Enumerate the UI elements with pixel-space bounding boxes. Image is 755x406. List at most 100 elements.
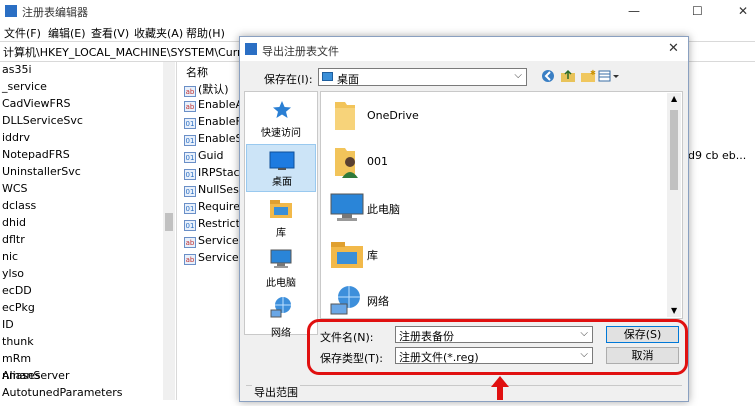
string-value-icon: ab (184, 237, 196, 248)
values-column-header[interactable]: 名称 (186, 64, 208, 80)
library-icon (331, 242, 363, 268)
value-row[interactable]: ab ServiceD (184, 251, 247, 267)
tree-item[interactable]: mRm (2, 352, 31, 365)
tree-item[interactable]: ID (2, 318, 14, 331)
tree-item[interactable]: ylso (2, 267, 24, 280)
value-row[interactable]: ab ServiceD (184, 234, 247, 250)
network-icon (270, 297, 291, 318)
highlight-box (307, 319, 688, 375)
file-list: OneDrive 001 此电脑 库 网络 ▲ ▼ (320, 91, 683, 319)
tree-item[interactable]: NotepadFRS (2, 148, 70, 161)
tree-item[interactable]: iddrv (2, 131, 30, 144)
place-network[interactable]: 网络 (246, 294, 316, 342)
tree-item[interactable]: WCS (2, 182, 28, 195)
save-in-label: 保存在(I): (264, 73, 313, 86)
tree-item[interactable]: UninstallerSvc (2, 165, 81, 178)
computer-icon (330, 193, 364, 221)
save-in-value: 桌面 (337, 73, 359, 86)
export-range-label: 导出范围 (252, 384, 300, 400)
file-item-001[interactable]: 001 (327, 142, 627, 184)
places-bar: 快速访问 桌面 库 此电脑 网络 (244, 91, 318, 339)
file-item-onedrive[interactable]: OneDrive (327, 96, 627, 138)
value-row[interactable]: ab (默认) (184, 81, 229, 97)
close-icon[interactable]: ✕ (738, 4, 748, 18)
menu-edit[interactable]: 编辑(E) (48, 25, 86, 41)
place-desktop[interactable]: 桌面 (246, 144, 316, 192)
binary-value-icon: 01 (184, 152, 196, 163)
back-icon[interactable] (540, 69, 556, 85)
tree-item[interactable]: AutotunedParameters (2, 386, 123, 399)
value-row[interactable]: 01 Guid (184, 149, 224, 165)
svg-text:✱: ✱ (590, 69, 596, 77)
regedit-app-icon (5, 5, 17, 17)
tree-item[interactable]: dhid (2, 216, 26, 229)
menu-file[interactable]: 文件(F) (4, 25, 41, 41)
binary-value-icon: 01 (184, 169, 196, 180)
view-menu-icon[interactable] (598, 69, 620, 85)
desktop-icon (322, 72, 333, 81)
user-folder-icon (335, 148, 358, 178)
library-icon (270, 200, 292, 218)
tree-item[interactable]: Aliases (2, 369, 41, 382)
tree-item[interactable]: ecPkg (2, 301, 35, 314)
new-folder-icon[interactable]: ✱ (580, 69, 596, 85)
arrow-up-icon (491, 376, 509, 400)
tree-item[interactable]: _service (2, 80, 47, 93)
scroll-down-icon[interactable]: ▼ (671, 306, 677, 315)
file-item-network[interactable]: 网络 (327, 280, 627, 318)
value-row[interactable]: 01 IRPStack (184, 166, 246, 182)
regedit-title: 注册表编辑器 (22, 6, 88, 19)
star-icon (273, 101, 291, 118)
file-item-library[interactable]: 库 (327, 234, 627, 276)
address-path: 计算机\HKEY_LOCAL_MACHINE\SYSTEM\CurrentCo (3, 46, 274, 59)
menu-help[interactable]: 帮助(H) (186, 25, 225, 41)
up-folder-icon[interactable] (560, 69, 576, 85)
dialog-title: 导出注册表文件 (262, 45, 339, 58)
tree-scrollbar[interactable] (163, 62, 175, 400)
tree-item[interactable]: ecDD (2, 284, 32, 297)
export-range-group: 导出范围 (244, 381, 684, 401)
save-in-dropdown[interactable]: 桌面 ⌵ (318, 68, 527, 86)
scroll-up-icon[interactable]: ▲ (671, 94, 677, 103)
desktop-icon (269, 151, 295, 170)
tree-item[interactable]: thunk (2, 335, 34, 348)
tree-item[interactable]: dfltr (2, 233, 25, 246)
network-icon (330, 286, 360, 315)
string-value-icon: ab (184, 86, 196, 97)
tree-item[interactable]: DLLServiceSvc (2, 114, 83, 127)
chevron-down-icon: ⌵ (514, 70, 522, 81)
place-quick-access[interactable]: 快速访问 (246, 94, 316, 142)
binary-value-icon: 01 (184, 135, 196, 146)
string-value-icon: ab (184, 101, 196, 112)
minimize-icon[interactable]: — (628, 4, 640, 18)
tree-item[interactable]: CadViewFRS (2, 97, 70, 110)
value-row[interactable]: ab EnableA (184, 98, 243, 114)
tree-pane: as35i _service CadViewFRS DLLServiceSvc … (0, 62, 177, 400)
close-icon[interactable]: ✕ (668, 41, 679, 56)
value-row[interactable]: 01 EnableS (184, 132, 242, 148)
binary-value-icon: 01 (184, 118, 196, 129)
regedit-app-icon (245, 43, 257, 55)
dialog-titlebar: 导出注册表文件 ✕ (240, 37, 688, 61)
tree-item[interactable]: dclass (2, 199, 36, 212)
place-library[interactable]: 库 (246, 194, 316, 242)
file-list-scrollbar-thumb[interactable] (670, 110, 678, 190)
tree-item[interactable]: as35i (2, 63, 32, 76)
binary-value-icon: 01 (184, 186, 196, 197)
menu-favorites[interactable]: 收藏夹(A) (134, 25, 183, 41)
string-value-icon: ab (184, 254, 196, 265)
file-item-this-pc[interactable]: 此电脑 (327, 188, 627, 230)
tree-item[interactable]: nic (2, 250, 18, 263)
folder-icon (335, 102, 355, 130)
regedit-titlebar: 注册表编辑器 — ☐ ✕ (0, 0, 755, 22)
binary-value-icon: 01 (184, 220, 196, 231)
value-row[interactable]: 01 NullSess (184, 183, 245, 199)
binary-value-icon: 01 (184, 203, 196, 214)
menu-view[interactable]: 查看(V) (91, 25, 129, 41)
value-row[interactable]: 01 RequireS (184, 200, 247, 216)
value-row[interactable]: 01 EnableF (184, 115, 242, 131)
maximize-icon[interactable]: ☐ (692, 4, 703, 18)
place-this-pc[interactable]: 此电脑 (246, 244, 316, 292)
tree-scrollbar-thumb[interactable] (165, 213, 173, 231)
value-data-fragment: d9 cb eb... (688, 149, 747, 162)
